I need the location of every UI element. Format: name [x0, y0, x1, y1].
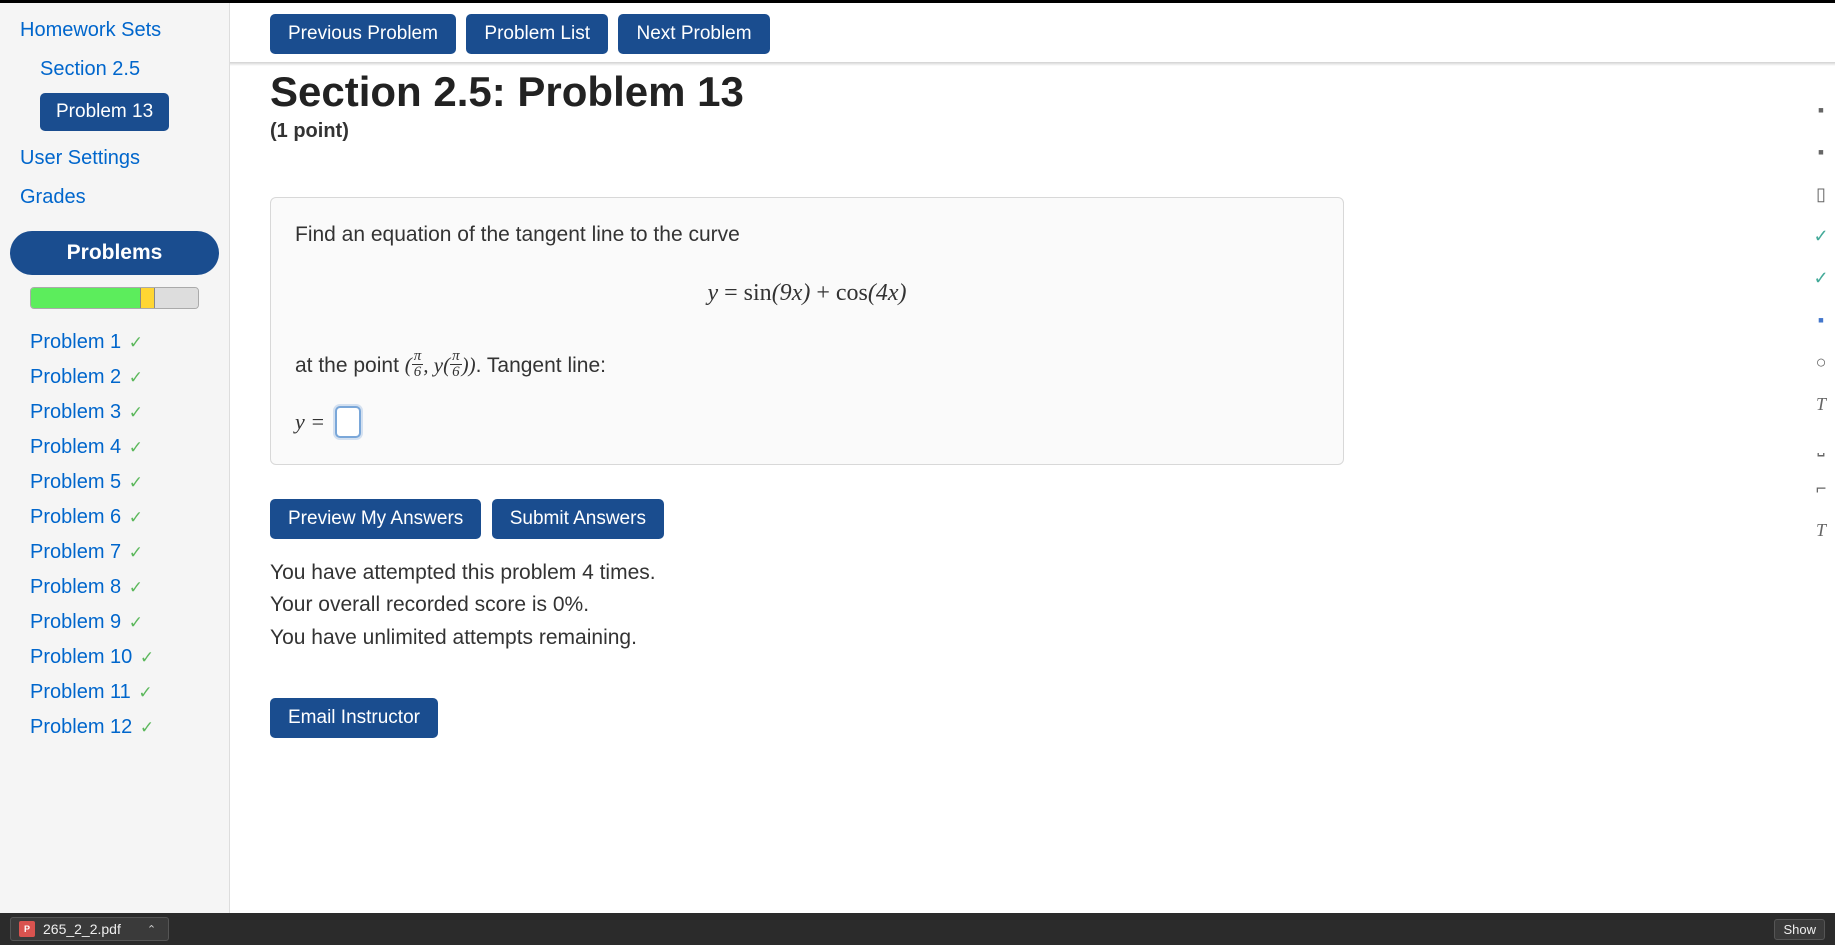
email-instructor-button[interactable]: Email Instructor [270, 698, 438, 738]
check-icon: ✓ [129, 438, 143, 457]
download-filename: 265_2_2.pdf [43, 921, 121, 937]
check-icon: ✓ [129, 333, 143, 352]
answer-input[interactable] [335, 406, 361, 438]
check-icon: ✓ [129, 543, 143, 562]
progress-bar [30, 287, 199, 309]
check-icon: ✓ [140, 648, 154, 667]
edge-icon-3[interactable]: ▯ [1811, 184, 1831, 204]
problem-item-4[interactable]: Problem 4 ✓ [0, 430, 229, 465]
check-icon: ✓ [129, 613, 143, 632]
tangent-point-line: at the point (π6, y(π6)). Tangent line: [295, 351, 1319, 382]
problem-nav-bar: Previous Problem Problem List Next Probl… [270, 14, 1815, 66]
edge-icon-6[interactable]: ▪ [1811, 310, 1831, 330]
page-title: Section 2.5: Problem 13 [270, 68, 1815, 116]
check-icon: ✓ [129, 578, 143, 597]
nav-user-settings[interactable]: User Settings [0, 139, 229, 178]
action-buttons: Preview My Answers Submit Answers [270, 499, 1815, 539]
problem-item-6[interactable]: Problem 6 ✓ [0, 500, 229, 535]
points-label: (1 point) [270, 120, 1815, 143]
problem-list: Problem 1 ✓Problem 2 ✓Problem 3 ✓Problem… [0, 325, 229, 745]
sidebar: ▬▬▬▬ Homework Sets Section 2.5 Problem 1… [0, 0, 230, 945]
progress-complete [31, 288, 141, 308]
problem-box: Find an equation of the tangent line to … [270, 197, 1344, 465]
check-icon: ✓ [129, 473, 143, 492]
progress-partial [141, 288, 154, 308]
edge-icon-10[interactable]: ⌐ [1811, 478, 1831, 498]
edge-icon-7[interactable]: ○ [1811, 352, 1831, 372]
download-bar: P 265_2_2.pdf ⌃ Show [0, 913, 1835, 945]
pdf-icon: P [19, 921, 35, 937]
answer-line: y = [295, 406, 1319, 438]
download-item[interactable]: P 265_2_2.pdf ⌃ [10, 917, 169, 941]
previous-problem-button[interactable]: Previous Problem [270, 14, 456, 54]
edge-icon-11[interactable]: T [1811, 520, 1831, 540]
check-icon: ✓ [129, 508, 143, 527]
next-problem-button[interactable]: Next Problem [618, 14, 769, 54]
problem-item-8[interactable]: Problem 8 ✓ [0, 570, 229, 605]
nav-current-problem[interactable]: Problem 13 [40, 93, 169, 131]
window-top-border [0, 0, 1835, 3]
right-edge-icons: ▪ ▪ ▯ ✓ ✓ ▪ ○ T ⎵ ⌐ T [1807, 100, 1835, 540]
edge-icon-9[interactable]: ⎵ [1811, 436, 1831, 456]
edge-check2-icon[interactable]: ✓ [1811, 268, 1831, 288]
problem-list-button[interactable]: Problem List [466, 14, 608, 54]
show-all-button[interactable]: Show [1774, 919, 1825, 940]
preview-answers-button[interactable]: Preview My Answers [270, 499, 481, 539]
edge-icon-2[interactable]: ▪ [1811, 142, 1831, 162]
problem-prompt: Find an equation of the tangent line to … [295, 218, 1319, 252]
check-icon: ✓ [138, 683, 152, 702]
status-remaining: You have unlimited attempts remaining. [270, 622, 1815, 655]
check-icon: ✓ [129, 403, 143, 422]
status-score: Your overall recorded score is 0%. [270, 589, 1815, 622]
problem-item-11[interactable]: Problem 11 ✓ [0, 675, 229, 710]
answer-prefix: y = [295, 409, 325, 435]
status-block: You have attempted this problem 4 times.… [270, 557, 1815, 655]
problem-item-2[interactable]: Problem 2 ✓ [0, 360, 229, 395]
problem-item-10[interactable]: Problem 10 ✓ [0, 640, 229, 675]
check-icon: ✓ [129, 368, 143, 387]
edge-icon-8[interactable]: T [1811, 394, 1831, 414]
nav-section[interactable]: Section 2.5 [0, 50, 229, 89]
problem-item-9[interactable]: Problem 9 ✓ [0, 605, 229, 640]
nav-homework-sets[interactable]: Homework Sets [0, 11, 229, 50]
edge-check-icon[interactable]: ✓ [1811, 226, 1831, 246]
check-icon: ✓ [140, 718, 154, 737]
submit-answers-button[interactable]: Submit Answers [492, 499, 664, 539]
caret-up-icon[interactable]: ⌃ [147, 923, 156, 936]
problem-item-1[interactable]: Problem 1 ✓ [0, 325, 229, 360]
main-content: Previous Problem Problem List Next Probl… [230, 0, 1835, 945]
problem-item-5[interactable]: Problem 5 ✓ [0, 465, 229, 500]
progress-remaining [155, 288, 198, 308]
sidebar-cutoff-text: ▬▬▬▬ [0, 3, 229, 11]
problems-header[interactable]: Problems [10, 231, 219, 275]
problem-item-3[interactable]: Problem 3 ✓ [0, 395, 229, 430]
problem-item-12[interactable]: Problem 12 ✓ [0, 710, 229, 745]
problem-equation: y = sin(9x) + cos(4x) [295, 280, 1319, 307]
problem-item-7[interactable]: Problem 7 ✓ [0, 535, 229, 570]
status-attempts: You have attempted this problem 4 times. [270, 557, 1815, 590]
edge-icon-1[interactable]: ▪ [1811, 100, 1831, 120]
nav-grades[interactable]: Grades [0, 178, 229, 217]
